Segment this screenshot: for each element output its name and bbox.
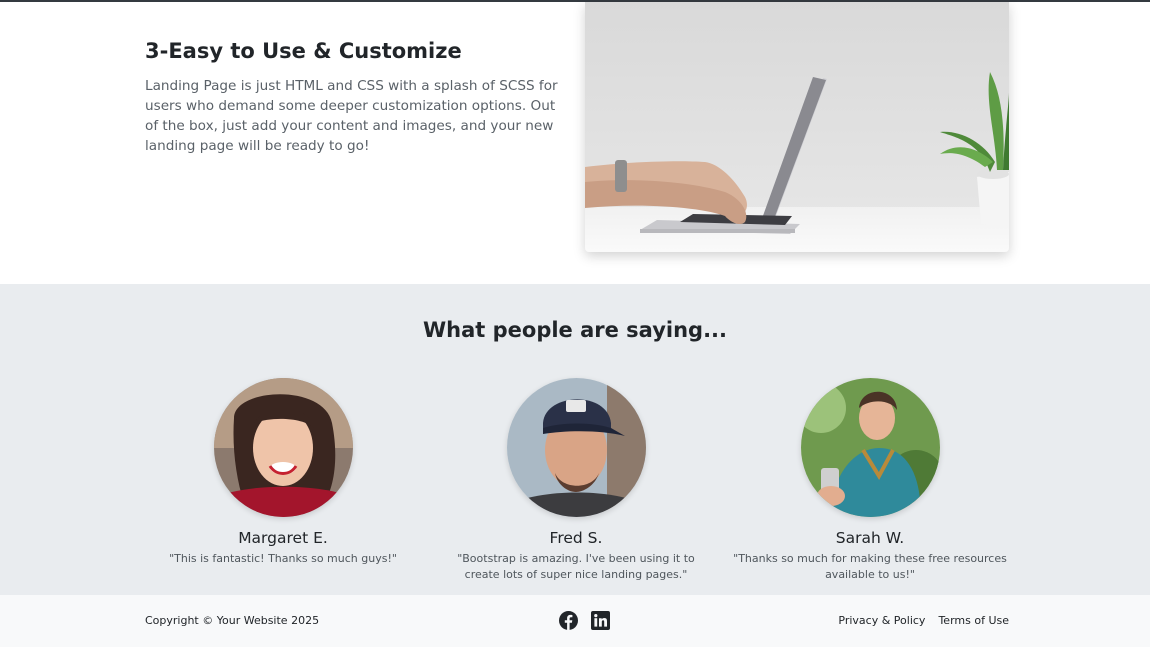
social-links: [559, 611, 610, 630]
showcase-text: 3-Easy to Use & Customize Landing Page i…: [145, 38, 570, 156]
avatar-margaret: [213, 378, 353, 517]
showcase-title: 3-Easy to Use & Customize: [145, 39, 462, 63]
testimonial-card: Fred S. "Bootstrap is amazing. I've been…: [431, 378, 721, 583]
privacy-policy-link[interactable]: Privacy & Policy: [838, 614, 925, 628]
testimonial-quote: "This is fantastic! Thanks so much guys!…: [169, 552, 397, 565]
avatar-sarah: [800, 378, 940, 517]
showcase-laptop-image: [585, 2, 1009, 252]
testimonial-quote: "Thanks so much for making these free re…: [733, 552, 1007, 581]
testimonial-quote: "Bootstrap is amazing. I've been using i…: [457, 552, 695, 581]
testimonials-section: What people are saying... Margaret E. "T…: [0, 284, 1150, 595]
testimonial-card: Sarah W. "Thanks so much for making thes…: [725, 378, 1015, 583]
testimonial-card: Margaret E. "This is fantastic! Thanks s…: [138, 378, 428, 567]
footer: Copyright © Your Website 2025 Privacy & …: [0, 595, 1150, 647]
linkedin-icon[interactable]: [591, 611, 610, 630]
footer-links: Privacy & Policy Terms of Use: [838, 614, 1009, 628]
testimonial-name: Fred S.: [549, 529, 603, 547]
showcase-section: 3-Easy to Use & Customize Landing Page i…: [0, 2, 1150, 284]
showcase-description: Landing Page is just HTML and CSS with a…: [145, 78, 558, 154]
copyright-text: Copyright © Your Website 2025: [145, 614, 320, 627]
testimonial-name: Margaret E.: [238, 529, 328, 547]
testimonials-heading: What people are saying...: [422, 318, 728, 342]
avatar-fred: [506, 378, 646, 517]
terms-of-use-link[interactable]: Terms of Use: [938, 614, 1009, 628]
testimonial-name: Sarah W.: [835, 529, 905, 547]
facebook-icon[interactable]: [559, 611, 578, 630]
